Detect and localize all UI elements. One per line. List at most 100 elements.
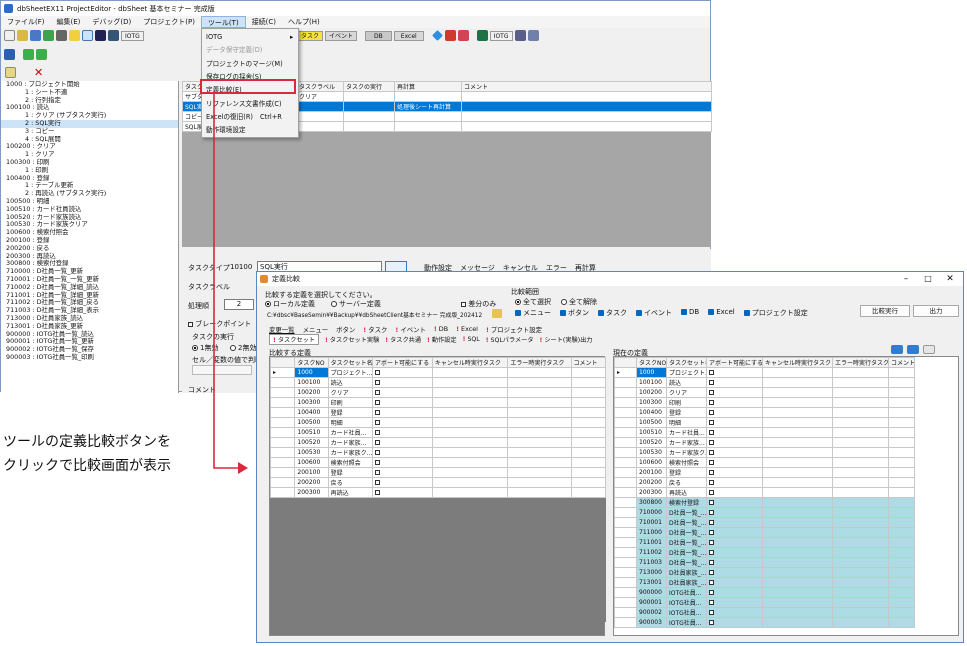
abort-checkbox[interactable]	[709, 470, 714, 475]
compare-cell[interactable]	[832, 407, 889, 418]
table-row[interactable]: 710000 D社員一覧_...	[614, 507, 915, 518]
row-selector[interactable]	[614, 557, 637, 568]
abort-checkbox[interactable]	[709, 400, 714, 405]
table-row[interactable]: 100510 カード社員...	[269, 427, 607, 438]
compare-cell[interactable]: 登録	[666, 407, 707, 418]
compare-cell[interactable]	[507, 535, 572, 546]
compare-cell[interactable]: カード社員...	[666, 427, 707, 438]
table-row[interactable]: 100520 カード家族...	[269, 437, 607, 448]
compare-tab[interactable]: ! タスク	[363, 325, 387, 334]
compare-cell[interactable]: 100600	[636, 457, 667, 468]
compare-cell[interactable]	[507, 554, 572, 565]
compare-cell[interactable]	[570, 467, 607, 478]
compare-cell[interactable]	[706, 377, 763, 388]
compare-cell[interactable]	[570, 397, 607, 408]
compare-cell[interactable]	[832, 527, 889, 538]
compare-cell[interactable]: 711002	[636, 547, 667, 558]
compare-cell[interactable]	[294, 544, 329, 555]
compare-cell[interactable]	[372, 417, 433, 428]
compare-cell[interactable]	[888, 367, 915, 378]
compare-cell[interactable]	[570, 573, 607, 584]
compare-cell[interactable]	[706, 517, 763, 528]
compare-tab[interactable]: ! プロジェクト設定	[486, 325, 542, 334]
compare-cell[interactable]	[431, 427, 509, 438]
compare-cell[interactable]: D社員家族_...	[666, 567, 707, 578]
compare-cell[interactable]	[888, 587, 915, 598]
table-row[interactable]: 711002 D社員一覧_...	[614, 547, 915, 558]
compare-cell[interactable]	[570, 611, 607, 622]
compare-cell[interactable]	[888, 387, 915, 398]
compare-cell[interactable]	[431, 582, 509, 593]
compare-tab[interactable]: メニュー	[303, 325, 329, 334]
compare-cell[interactable]	[762, 547, 833, 558]
local-radio[interactable]: ローカル定義	[265, 299, 315, 309]
abort-checkbox[interactable]	[709, 520, 714, 525]
compare-cell[interactable]	[507, 563, 572, 574]
row-selector[interactable]	[614, 567, 637, 578]
compare-cell[interactable]	[327, 525, 374, 536]
compare-cell[interactable]	[832, 497, 889, 508]
row-selector[interactable]	[269, 544, 296, 555]
compare-cell[interactable]	[888, 527, 915, 538]
compare-cell[interactable]: 再読込	[327, 487, 374, 498]
compare-cell[interactable]	[762, 367, 833, 378]
row-selector[interactable]	[269, 477, 296, 488]
compare-cell[interactable]	[431, 563, 509, 574]
compare-cell[interactable]: 明細	[666, 417, 707, 428]
abort-checkbox[interactable]	[709, 370, 714, 375]
compare-cell[interactable]	[372, 601, 433, 612]
abort-checkbox[interactable]	[375, 390, 381, 395]
compare-cell[interactable]: 読込	[327, 377, 374, 388]
row-selector[interactable]	[269, 582, 296, 593]
table-row[interactable]	[269, 535, 607, 546]
compare-cell[interactable]	[507, 477, 572, 488]
abort-checkbox[interactable]	[375, 430, 381, 435]
compare-cell[interactable]: D社員一覧_...	[666, 557, 707, 568]
table-row[interactable]: 900002 IOTG社員...	[614, 607, 915, 618]
compare-cell[interactable]: カード家族...	[666, 437, 707, 448]
select-all-radio[interactable]: 全て選択	[515, 297, 551, 307]
minimize-button[interactable]: –	[897, 272, 915, 286]
compare-cell[interactable]: 100500	[294, 417, 329, 428]
compare-cell[interactable]: 100200	[636, 387, 667, 398]
row-selector[interactable]	[269, 427, 296, 438]
row-selector[interactable]	[614, 387, 637, 398]
row-selector[interactable]	[614, 517, 637, 528]
row-selector[interactable]	[614, 397, 637, 408]
compare-subtabs[interactable]: ! タスクセット! タスクセット実験! タスク共通! 動作設定! SQL! SQLパラメータ…	[269, 334, 593, 345]
compare-cell[interactable]	[372, 407, 433, 418]
table-row[interactable]: 100500 明細	[614, 417, 915, 428]
compare-cell[interactable]	[431, 601, 509, 612]
compare-cell[interactable]	[372, 535, 433, 546]
compare-cell[interactable]	[570, 535, 607, 546]
compare-cell[interactable]	[762, 447, 833, 458]
compare-cell[interactable]	[832, 557, 889, 568]
compare-cell[interactable]: プロジェクト...	[666, 367, 707, 378]
compare-cell[interactable]	[372, 437, 433, 448]
compare-cell[interactable]	[431, 457, 509, 468]
row-selector[interactable]	[614, 607, 637, 618]
row-selector[interactable]	[614, 427, 637, 438]
row-selector[interactable]	[269, 506, 296, 517]
compare-cell[interactable]	[507, 573, 572, 584]
compare-cell[interactable]	[327, 592, 374, 603]
compare-cell[interactable]	[372, 467, 433, 478]
compare-cell[interactable]	[570, 377, 607, 388]
compare-tab[interactable]: ! Excel	[456, 325, 478, 334]
row-selector[interactable]	[269, 497, 296, 508]
compare-cell[interactable]	[832, 587, 889, 598]
compare-cell[interactable]	[888, 457, 915, 468]
table-row[interactable]	[269, 525, 607, 536]
table-row[interactable]: 100530カード家族ク...	[614, 447, 915, 458]
compare-cell[interactable]	[431, 525, 509, 536]
compare-cell[interactable]: D社員一覧_...	[666, 537, 707, 548]
compare-cell[interactable]	[372, 544, 433, 555]
table-row[interactable]: 100400 登録	[614, 407, 915, 418]
compare-cell[interactable]	[372, 397, 433, 408]
export-button[interactable]: 出力	[913, 305, 959, 317]
compare-cell[interactable]	[327, 506, 374, 517]
table-row[interactable]: 100520 カード家族...	[614, 437, 915, 448]
compare-cell[interactable]	[888, 537, 915, 548]
compare-cell[interactable]	[431, 573, 509, 584]
compare-cell[interactable]	[431, 506, 509, 517]
